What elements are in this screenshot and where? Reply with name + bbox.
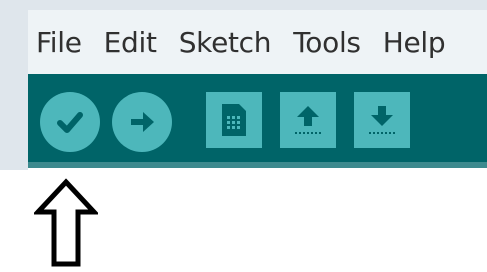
window-top-border: [0, 0, 487, 10]
save-down-arrow-icon: [369, 106, 395, 134]
right-arrow-icon: [131, 112, 154, 132]
upload-button[interactable]: [112, 92, 172, 152]
window-left-border: [0, 0, 28, 170]
up-arrow-annotation-icon: [34, 178, 98, 267]
open-up-arrow-icon: [295, 106, 321, 134]
new-button[interactable]: [206, 92, 262, 148]
menu-sketch[interactable]: Sketch: [179, 26, 272, 59]
open-button[interactable]: [280, 92, 336, 148]
new-document-icon: [222, 104, 246, 136]
menu-file[interactable]: File: [36, 26, 82, 59]
menubar: File Edit Sketch Tools Help: [28, 10, 487, 74]
save-button[interactable]: [354, 92, 410, 148]
ide-window: File Edit Sketch Tools Help: [0, 0, 487, 170]
menu-help[interactable]: Help: [383, 26, 446, 59]
toolbar: [28, 74, 487, 166]
checkmark-icon: [57, 112, 83, 133]
verify-button[interactable]: [40, 92, 100, 152]
toolbar-bottom-edge: [28, 162, 487, 168]
menu-tools[interactable]: Tools: [293, 26, 361, 59]
menu-edit[interactable]: Edit: [104, 26, 157, 59]
